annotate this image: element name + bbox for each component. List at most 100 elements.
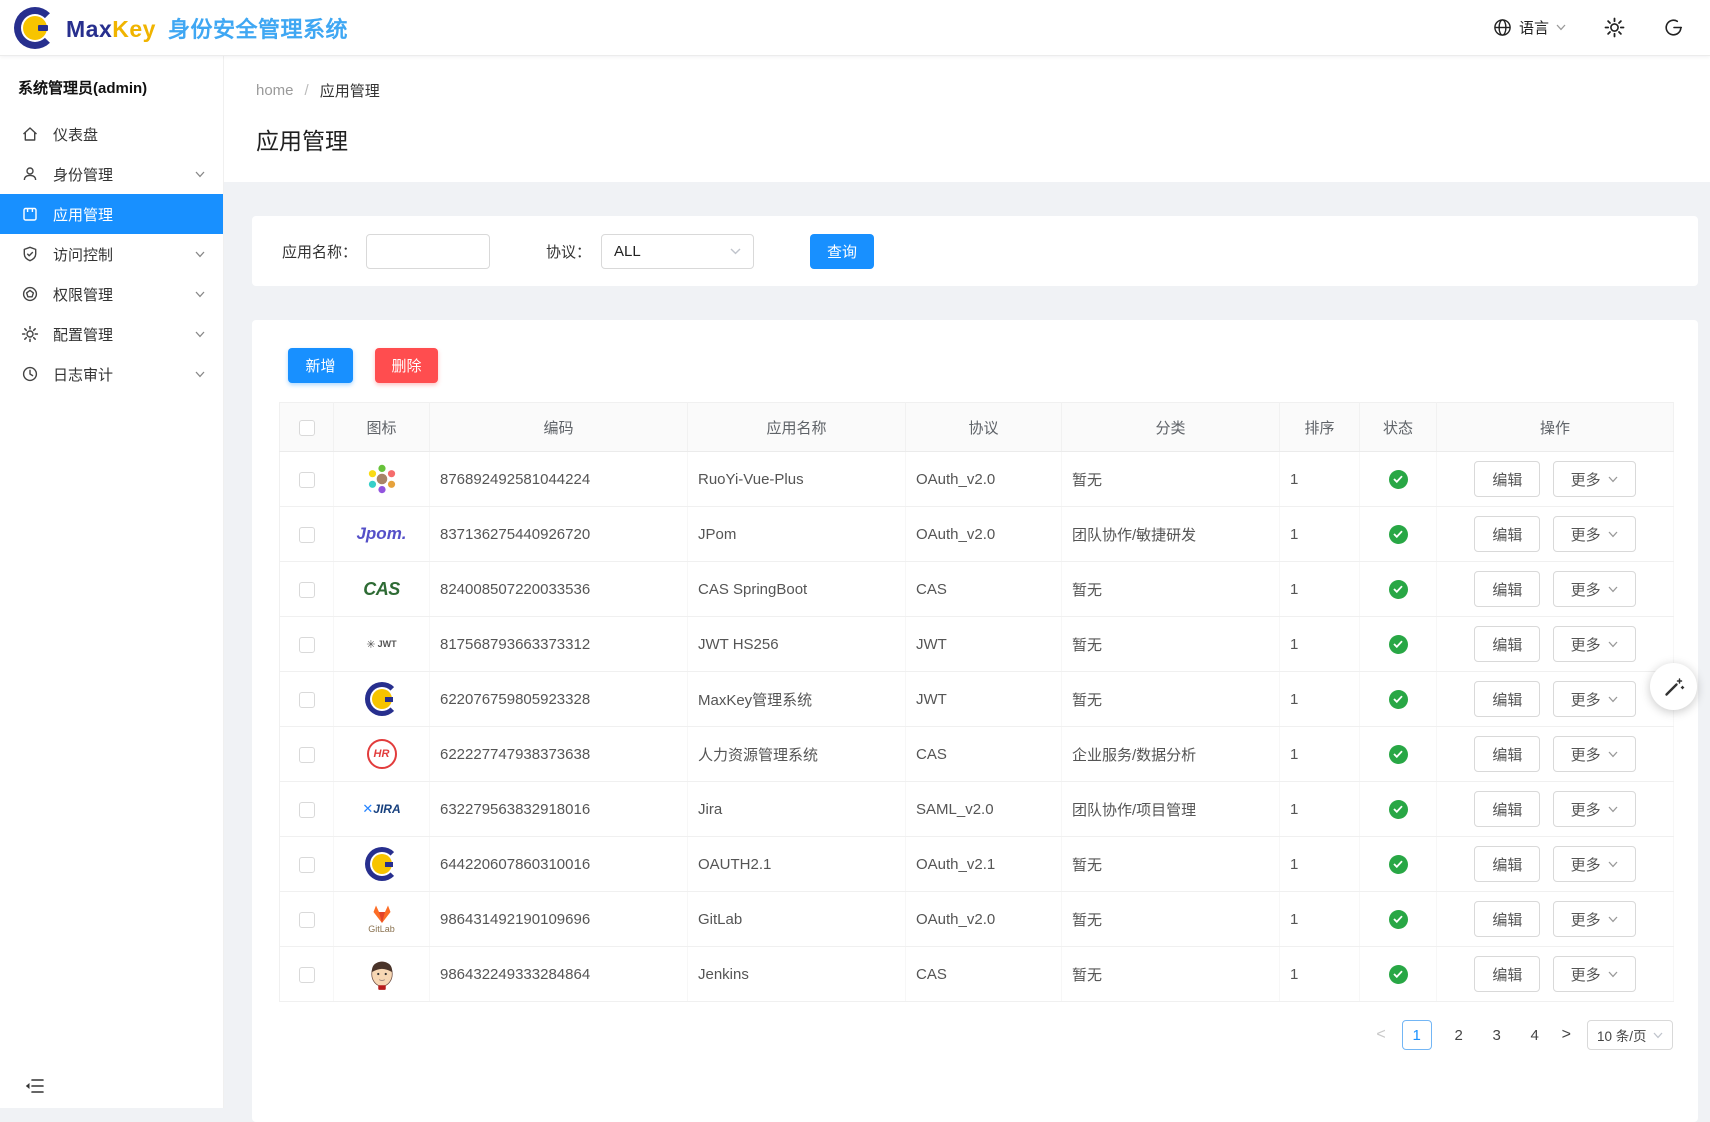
status-enabled-icon (1389, 910, 1408, 929)
table-row: Jpom. 837136275440926720 JPom OAuth_v2.0… (280, 507, 1674, 562)
app-code: 837136275440926720 (430, 507, 688, 562)
edit-button[interactable]: 编辑 (1474, 956, 1540, 992)
sidebar-item-access-control[interactable]: 访问控制 (0, 234, 223, 274)
add-button[interactable]: 新增 (288, 348, 353, 383)
app-category: 暂无 (1062, 892, 1280, 947)
app-protocol: SAML_v2.0 (906, 782, 1062, 837)
sidebar-item-permissions[interactable]: 权限管理 (0, 274, 223, 314)
app-protocol: JWT (906, 617, 1062, 672)
protocol-select-value: ALL (614, 243, 641, 260)
app-category: 团队协作/敏捷研发 (1062, 507, 1280, 562)
row-checkbox[interactable] (299, 802, 315, 818)
more-button-label: 更多 (1571, 854, 1601, 875)
pagination: < 1 2 3 4 > 10 条/页 (279, 1020, 1673, 1050)
table-row: ✳ JWT 817568793663373312 JWT HS256 JWT 暂… (280, 617, 1674, 672)
more-button[interactable]: 更多 (1553, 461, 1636, 497)
row-checkbox[interactable] (299, 857, 315, 873)
row-checkbox[interactable] (299, 747, 315, 763)
app-name-input[interactable] (366, 234, 490, 269)
edit-button[interactable]: 编辑 (1474, 736, 1540, 772)
language-label: 语言 (1519, 17, 1549, 38)
row-checkbox[interactable] (299, 967, 315, 983)
topbar: Max Key 身份安全管理系统 语言 (0, 0, 1710, 56)
column-header-protocol: 协议 (906, 403, 1062, 452)
more-button[interactable]: 更多 (1553, 956, 1636, 992)
maxkey-logo-icon (334, 847, 429, 881)
chevron-down-icon (1608, 916, 1618, 923)
pagination-page-4[interactable]: 4 (1524, 1020, 1546, 1050)
more-button[interactable]: 更多 (1553, 516, 1636, 552)
content-body: 应用名称： 协议： ALL 查询 新增 删除 (224, 182, 1710, 1122)
chevron-down-icon (1608, 806, 1618, 813)
jwt-logo-mark: ✳ (366, 638, 375, 651)
row-checkbox[interactable] (299, 472, 315, 488)
status-enabled-icon (1389, 965, 1408, 984)
row-checkbox[interactable] (299, 527, 315, 543)
edit-button[interactable]: 编辑 (1474, 571, 1540, 607)
more-button[interactable]: 更多 (1553, 571, 1636, 607)
app-name: MaxKey管理系统 (688, 672, 906, 727)
settings-button[interactable] (1604, 17, 1625, 38)
edit-button[interactable]: 编辑 (1474, 846, 1540, 882)
status-enabled-icon (1389, 635, 1408, 654)
pagination-page-1[interactable]: 1 (1402, 1020, 1432, 1050)
sidebar-item-audit-log[interactable]: 日志审计 (0, 354, 223, 394)
edit-button[interactable]: 编辑 (1474, 626, 1540, 662)
select-all-checkbox[interactable] (299, 420, 315, 436)
ruoyi-logo-icon (334, 461, 429, 497)
pagination-next-button[interactable]: > (1562, 1026, 1571, 1044)
edit-button[interactable]: 编辑 (1474, 791, 1540, 827)
pagination-prev-button[interactable]: < (1376, 1026, 1385, 1044)
status-enabled-icon (1389, 580, 1408, 599)
row-checkbox[interactable] (299, 582, 315, 598)
app-name: Jira (688, 782, 906, 837)
app-category: 团队协作/项目管理 (1062, 782, 1280, 837)
jira-logo-mark: ✕ (362, 801, 373, 817)
app-name: 人力资源管理系统 (688, 727, 906, 782)
app-category: 暂无 (1062, 452, 1280, 507)
applications-table: 图标 编码 应用名称 协议 分类 排序 状态 操作 (279, 402, 1674, 1002)
cas-logo-icon: CAS (334, 579, 429, 600)
maxkey-logo-icon (334, 682, 429, 716)
app-code: 817568793663373312 (430, 617, 688, 672)
edit-button[interactable]: 编辑 (1474, 681, 1540, 717)
more-button[interactable]: 更多 (1553, 626, 1636, 662)
more-button[interactable]: 更多 (1553, 846, 1636, 882)
sidebar: 系统管理员(admin) 仪表盘 身份管理 (0, 56, 224, 1108)
sidebar-item-applications[interactable]: 应用管理 (0, 194, 223, 234)
pagination-page-2[interactable]: 2 (1448, 1020, 1470, 1050)
pagination-page-3[interactable]: 3 (1486, 1020, 1508, 1050)
sidebar-item-configuration[interactable]: 配置管理 (0, 314, 223, 354)
floating-tool-button[interactable] (1650, 663, 1697, 710)
table-row: 622076759805923328 MaxKey管理系统 JWT 暂无 1 编… (280, 672, 1674, 727)
app-name: Jenkins (688, 947, 906, 1002)
row-checkbox[interactable] (299, 912, 315, 928)
sidebar-item-label: 访问控制 (53, 244, 113, 265)
row-checkbox[interactable] (299, 637, 315, 653)
protocol-select[interactable]: ALL (601, 234, 754, 269)
delete-button[interactable]: 删除 (375, 348, 438, 383)
sidebar-collapse-button[interactable] (25, 1078, 45, 1094)
page-size-select[interactable]: 10 条/页 (1587, 1020, 1673, 1050)
column-header-status: 状态 (1360, 403, 1437, 452)
breadcrumb-home[interactable]: home (256, 82, 294, 99)
logout-button[interactable] (1663, 17, 1684, 38)
edit-button[interactable]: 编辑 (1474, 516, 1540, 552)
app-window-icon (21, 205, 39, 223)
search-button[interactable]: 查询 (810, 234, 874, 269)
more-button-label: 更多 (1571, 964, 1601, 985)
app-protocol: CAS (906, 947, 1062, 1002)
more-button[interactable]: 更多 (1553, 901, 1636, 937)
more-button[interactable]: 更多 (1553, 681, 1636, 717)
table-row: ✕ JIRA 632279563832918016 Jira SAML_v2.0… (280, 782, 1674, 837)
more-button[interactable]: 更多 (1553, 736, 1636, 772)
edit-button[interactable]: 编辑 (1474, 461, 1540, 497)
row-checkbox[interactable] (299, 692, 315, 708)
chevron-down-icon (1653, 1032, 1663, 1039)
jpom-logo-text: Jpom. (356, 524, 406, 544)
sidebar-item-identity[interactable]: 身份管理 (0, 154, 223, 194)
edit-button[interactable]: 编辑 (1474, 901, 1540, 937)
more-button[interactable]: 更多 (1553, 791, 1636, 827)
language-menu[interactable]: 语言 (1493, 17, 1566, 38)
sidebar-item-dashboard[interactable]: 仪表盘 (0, 114, 223, 154)
